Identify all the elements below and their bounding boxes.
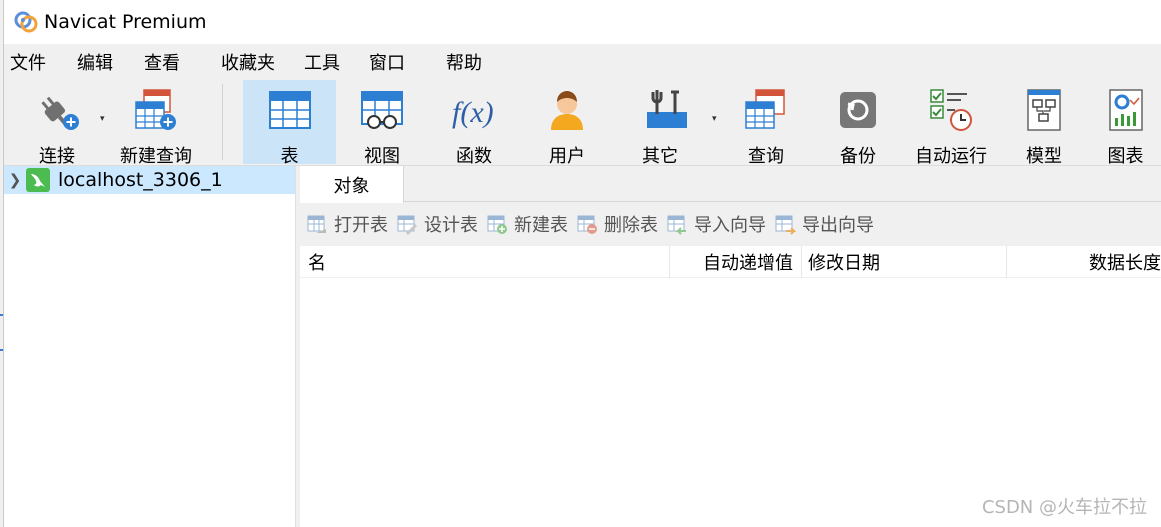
toolbar-separator (222, 84, 223, 160)
column-data-length[interactable]: 数据长度 (1007, 246, 1161, 278)
other-label: 其它 (642, 146, 678, 167)
automation-button[interactable]: 自动运行 (904, 80, 998, 167)
export-wizard-label: 导出向导 (802, 215, 874, 236)
delete-table-button[interactable]: 删除表 (576, 211, 658, 237)
table-button[interactable]: 表 (243, 80, 336, 167)
chevron-right-icon[interactable]: ❯ (4, 171, 26, 189)
object-pane: 对象 打开表 设计表 新建表 删除表 导入向导 导出向导 名 自动递增值 修改日… (300, 166, 1161, 527)
tab-objects[interactable]: 对象 (300, 166, 404, 203)
connection-item[interactable]: ❯ localhost_3306_1 (4, 166, 295, 194)
query-icon (742, 86, 790, 134)
backup-button[interactable]: 备份 (812, 80, 904, 167)
navicat-logo-icon (14, 10, 38, 34)
new-query-button[interactable]: 新建查询 (114, 80, 198, 167)
query-label: 查询 (748, 146, 784, 167)
view-button[interactable]: 视图 (336, 80, 428, 167)
design-table-button[interactable]: 设计表 (396, 211, 478, 237)
other-button[interactable]: 其它 ▾ (614, 80, 720, 167)
tools-icon (643, 86, 691, 134)
table-label: 表 (280, 146, 299, 167)
view-label: 视图 (364, 146, 400, 167)
delete-table-icon (576, 213, 598, 235)
menu-edit[interactable]: 编辑 (71, 49, 119, 75)
backup-label: 备份 (840, 146, 876, 167)
view-icon (358, 86, 406, 134)
object-toolbar: 打开表 设计表 新建表 删除表 导入向导 导出向导 (300, 202, 1161, 246)
delete-table-label: 删除表 (604, 215, 658, 236)
chart-label: 图表 (1107, 146, 1144, 167)
connect-button[interactable]: 连接 ▾ (26, 80, 105, 167)
watermark-text: CSDN @火车拉不拉 (981, 497, 1147, 518)
model-label: 模型 (1026, 146, 1062, 167)
column-divider[interactable] (801, 246, 802, 278)
import-icon (666, 213, 688, 235)
user-label: 用户 (549, 146, 585, 167)
open-table-icon (306, 213, 328, 235)
column-modified-date[interactable]: 修改日期 (808, 246, 880, 278)
import-wizard-label: 导入向导 (694, 215, 766, 236)
other-dropdown-icon[interactable]: ▾ (712, 114, 717, 124)
mysql-connection-icon (26, 168, 50, 192)
query-button[interactable]: 查询 (720, 80, 812, 167)
menu-help[interactable]: 帮助 (440, 49, 488, 75)
menu-tools[interactable]: 工具 (298, 49, 346, 75)
function-icon: f(x) (450, 86, 498, 134)
chart-button[interactable]: 图表 (1090, 80, 1161, 167)
export-icon (774, 213, 797, 235)
table-column-header: 名 自动递增值 修改日期 数据长度 (300, 246, 1161, 278)
main-toolbar: 连接 ▾ 新建查询 表 视图 f(x) 函数 用户 其它 ▾ 查询 备份 自动运… (4, 80, 1161, 167)
automation-icon (927, 86, 975, 134)
function-button[interactable]: f(x) 函数 (428, 80, 520, 167)
tab-bar: 对象 (300, 166, 1161, 203)
connect-label: 连接 (39, 146, 75, 167)
connection-label: localhost_3306_1 (58, 169, 223, 191)
background-line (0, 349, 3, 351)
function-label: 函数 (456, 146, 492, 167)
plug-icon (33, 86, 81, 134)
title-bar: Navicat Premium (4, 0, 1161, 44)
design-table-label: 设计表 (424, 215, 478, 236)
navicat-window: Navicat Premium 文件 编辑 查看 收藏夹 工具 窗口 帮助 连接… (4, 0, 1161, 527)
chart-icon (1102, 86, 1150, 134)
import-wizard-button[interactable]: 导入向导 (666, 211, 766, 237)
model-icon (1020, 86, 1068, 134)
column-auto-increment[interactable]: 自动递增值 (670, 246, 797, 278)
new-query-label: 新建查询 (120, 146, 192, 167)
table-icon (266, 86, 314, 134)
menu-window[interactable]: 窗口 (363, 49, 411, 75)
menu-favorites[interactable]: 收藏夹 (215, 49, 281, 75)
menu-view[interactable]: 查看 (138, 49, 186, 75)
background-line (0, 314, 3, 316)
menu-bar: 文件 编辑 查看 收藏夹 工具 窗口 帮助 (4, 44, 1161, 80)
new-table-button[interactable]: 新建表 (486, 211, 568, 237)
open-table-label: 打开表 (334, 215, 388, 236)
menu-file[interactable]: 文件 (4, 49, 52, 75)
backup-icon (834, 86, 882, 134)
open-table-button[interactable]: 打开表 (306, 211, 388, 237)
new-table-icon (486, 213, 508, 235)
model-button[interactable]: 模型 (998, 80, 1090, 167)
column-name[interactable]: 名 (308, 246, 326, 278)
connection-tree: ❯ localhost_3306_1 (4, 166, 296, 527)
new-query-icon (132, 86, 180, 134)
user-button[interactable]: 用户 (521, 80, 613, 167)
automation-label: 自动运行 (915, 146, 987, 167)
function-icon-text: f(x) (452, 96, 494, 129)
design-table-icon (396, 213, 418, 235)
window-title: Navicat Premium (44, 11, 207, 33)
user-icon (543, 86, 591, 134)
export-wizard-button[interactable]: 导出向导 (774, 211, 874, 237)
new-table-label: 新建表 (514, 215, 568, 236)
connect-dropdown-icon[interactable]: ▾ (100, 114, 105, 124)
